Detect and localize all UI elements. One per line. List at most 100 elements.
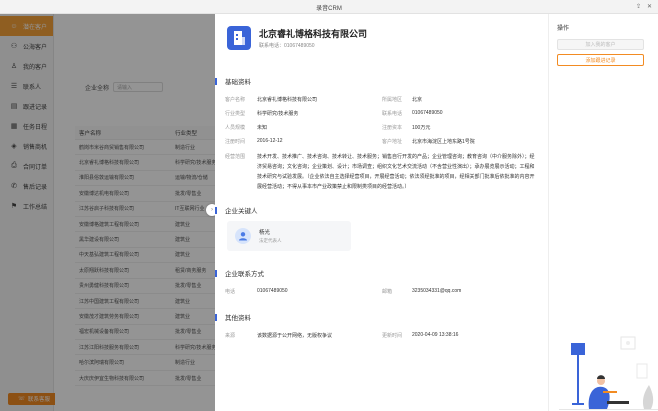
table-row[interactable]: 江苏谷启子科技有限公司 IT互联网行业 [75,202,215,217]
table-row[interactable]: 贵州勇健科技有限公司 批发/零售业 [75,279,215,294]
actions-title: 操作 [557,26,570,32]
sidebar-item-label: 工作总结 [23,204,48,211]
customer-name-cell: 中天基弘建筑工程有限公司 [79,252,140,259]
section-basic: 基础资料 [215,76,251,86]
sidebar-item-label: 跟进记录 [23,104,48,111]
company-name-input[interactable]: 请输入 [113,82,164,92]
table-row[interactable]: 鹤岗市米谷商贸销售有限公司 制造行业 [75,140,215,156]
customer-name-cell: 鹤岗市米谷商贸销售有限公司 [79,144,145,151]
section-title: 企业关键人 [225,208,258,215]
customer-name-cell: 北京睿礼博格科技有限公司 [79,160,140,167]
column-header: 行业类型 [175,130,198,137]
sidebar-item-label: 联系人 [23,84,42,91]
filter-row: 企业全称 请输入 [85,82,164,92]
sidebar-item-label: 合同订单 [23,164,48,171]
sidebar-item-follow-records[interactable]: ▤ 跟进记录 [0,96,53,116]
customer-name-cell: 黑华建设有限公司 [79,237,120,244]
user-avatar-icon [239,232,247,241]
customer-name-cell: 江苏江阳科技服务有限公司 [79,344,140,351]
record-icon: ▤ [10,103,18,110]
customer-name-cell: 太原翔跃科技有限公司 [79,267,130,274]
sidebar-item-work-summary[interactable]: ⚑ 工作总结 [0,196,53,216]
actions-panel: 操作 加入我的客户 添加跟进记录 [548,14,658,411]
table-row[interactable]: 安徽博达机电有限公司 批发/零售业 [75,186,215,202]
close-icon[interactable]: ✕ [647,3,652,10]
person-icon: ☺ [10,22,18,30]
summary-icon: ⚑ [10,203,18,210]
filter-label: 企业全称 [85,85,110,92]
add-follow-record-button[interactable]: 添加跟进记录 [557,54,644,66]
sidebar-item-public-customers[interactable]: ⚇ 公海客户 [0,36,53,56]
industry-cell: 制造行业 [175,360,196,367]
window-titlebar: 录音CRM ⇪ ✕ [0,0,658,14]
industry-cell: 科学研究/技术服务 [175,344,215,351]
table-row[interactable]: 大庆庆伊宜生物科技有限公司 批发/零售业 [75,371,215,387]
sidebar-item-contracts[interactable]: ⎙ 合同订单 [0,156,53,176]
calendar-icon: ▦ [10,123,18,130]
table-row[interactable]: 哈尔滨阿瑞有限公司 制造行业 [75,355,215,371]
sidebar-item-contacts[interactable]: ☰ 联系人 [0,76,53,96]
customer-name-cell: 福宏机械设备有限公司 [79,329,130,336]
business-scope-text: 技术开发、技术推广、技术咨询、技术转让、技术服务；销售自行开发的产品；企业管理咨… [257,154,535,190]
table-row[interactable]: 江苏中国建筑工程有限公司 建筑业 [75,294,215,310]
sidebar-item-label: 我的客户 [23,64,48,71]
opportunity-icon: ◈ [11,143,17,150]
sidebar-item-my-customers[interactable]: ♙ 我的客户 [0,56,53,76]
customer-name-cell: 江苏中国建筑工程有限公司 [79,298,140,305]
contacts-icon: ☰ [10,83,18,90]
industry-cell: 制造行业 [175,144,196,151]
section-title: 企业联系方式 [225,271,264,278]
reading-person-illustration-icon [559,336,658,410]
table-row[interactable]: 江苏江阳科技服务有限公司 科学研究/技术服务 [75,340,215,356]
sidebar-item-after-sales[interactable]: ✆ 售后记录 [0,176,53,196]
people-icon: ⚇ [10,43,18,50]
industry-cell: 批发/零售业 [175,329,202,336]
sidebar-item-label: 公海客户 [23,44,48,51]
section-title: 其他资料 [225,315,251,322]
industry-cell: 租赁/商务服务 [175,267,207,274]
sidebar-item-tasks[interactable]: ▦ 任务日程 [0,116,53,136]
table-row[interactable]: 福宏机械设备有限公司 批发/零售业 [75,325,215,341]
sidebar-item-potential-customers[interactable]: ☺ 潜在客户 [0,16,53,36]
customer-name-cell: 江苏谷启子科技有限公司 [79,206,135,213]
section-other: 其他资料 [215,312,251,322]
table-row[interactable]: 淮阳县俗敦运输有限公司 运输/物流/仓储 [75,171,215,187]
table-header: 客户名称 行业类型 [75,126,215,140]
table-row[interactable]: 北京睿礼博格科技有限公司 科学研究/技术服务 [75,155,215,171]
customer-name-cell: 安徽博格建筑工程有限公司 [79,221,140,228]
customer-name-cell: 贵州勇健科技有限公司 [79,283,130,290]
customer-name-cell: 淮阳县俗敦运输有限公司 [79,175,135,182]
industry-cell: 批发/零售业 [175,190,202,197]
table-row[interactable]: 安徽博格建筑工程有限公司 建筑业 [75,217,215,233]
window-title: 录音CRM [316,6,342,12]
sidebar-item-label: 售后记录 [23,184,48,191]
section-title: 基础资料 [225,79,251,86]
sidebar-item-opportunities[interactable]: ◈ 销售商机 [0,136,53,156]
contact-service-button[interactable]: ☏ 联系客服 [8,393,60,405]
key-person-card: 杨光 法定代表人 [227,221,351,251]
customer-detail-drawer: 北京睿礼博格科技有限公司 联系电话：01067489050 基础资料 客户名称 … [215,14,548,411]
industry-cell: 建筑业 [175,237,191,244]
sidebar-item-label: 潜在客户 [23,24,48,31]
service-icon: ✆ [11,183,17,190]
industry-cell: 建筑业 [175,252,191,259]
industry-cell: 批发/零售业 [175,375,202,382]
industry-cell: 建筑业 [175,298,191,305]
table-row[interactable]: 太原翔跃科技有限公司 租赁/商务服务 [75,263,215,279]
customer-name-cell: 哈尔滨阿瑞有限公司 [79,360,125,367]
table-row[interactable]: 中天基弘建筑工程有限公司 建筑业 [75,248,215,264]
company-phone: 联系电话：01067489050 [259,43,315,49]
sidebar-item-label: 销售商机 [23,144,48,151]
industry-cell: 建筑业 [175,221,191,228]
table-row[interactable]: 黑华建设有限公司 建筑业 [75,232,215,248]
customer-name-cell: 大庆庆伊宜生物科技有限公司 [79,375,145,382]
table-row[interactable]: 安徽茂才建筑劳务有限公司 建筑业 [75,309,215,325]
headset-icon: ☏ [18,396,25,402]
key-person-name: 杨光 [259,230,271,236]
share-icon[interactable]: ⇪ [636,3,641,10]
industry-cell: 批发/零售业 [175,283,202,290]
add-to-my-customers-button[interactable]: 加入我的客户 [557,39,644,50]
company-logo-icon [227,26,251,50]
section-contact: 企业联系方式 [215,268,264,278]
customer-table: 客户名称 行业类型 鹤岗市米谷商贸销售有限公司 制造行业 北京睿礼博格科技有限公司科… [75,126,215,387]
